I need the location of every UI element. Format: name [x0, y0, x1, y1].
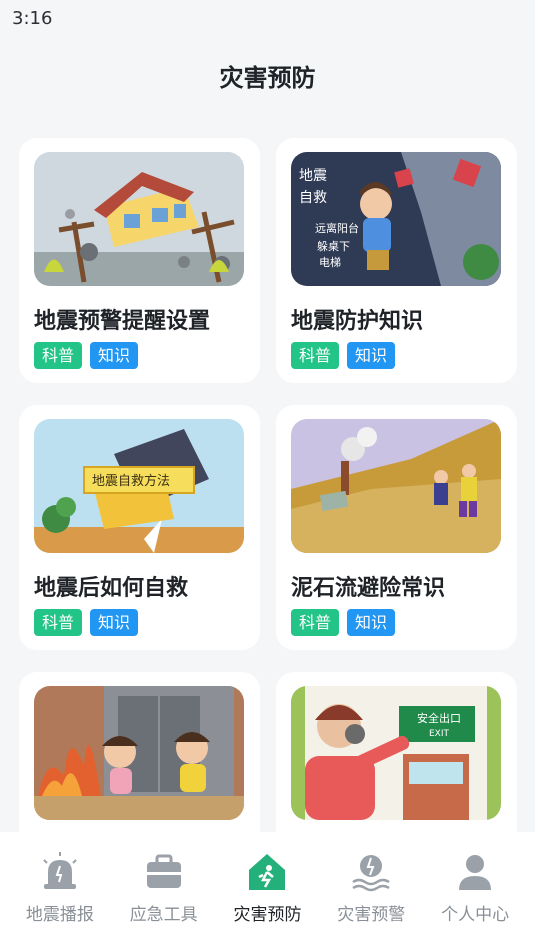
thumb-text-1: 地震: [299, 168, 327, 184]
toolbox-icon: [146, 854, 181, 888]
tag-knowledge: 知识: [347, 342, 396, 369]
alarm-icon: [43, 852, 77, 889]
card-title: 地震防护知识: [291, 309, 424, 334]
exit-sign-text: 安全出口: [417, 711, 461, 725]
tab-earthquake-broadcast[interactable]: 地震播报: [12, 850, 108, 951]
tag-popular-science: 科普: [34, 609, 83, 636]
card-mudslide-safety[interactable]: 泥石流避险常识 科普 知识: [276, 405, 517, 650]
tag-popular-science: 科普: [34, 342, 83, 369]
card-tags: 科普 知识: [291, 609, 396, 636]
tab-disaster-warning[interactable]: 灾害预警: [323, 850, 419, 951]
card-thumbnail: [34, 686, 244, 820]
tab-label: 灾害预警: [337, 905, 406, 925]
card-thumbnail: 安全出口 EXIT: [291, 686, 501, 820]
thumb-text-3: 远离阳台: [315, 221, 359, 235]
card-thumbnail: 地震 自救 远离阳台 躲桌下 电梯: [291, 152, 501, 286]
card-title: 泥石流避险常识: [291, 576, 446, 601]
bottom-tab-bar: 地震播报 应急工具 灾害预防 灾害预警 个人中心: [0, 832, 535, 951]
tab-label: 个人中心: [441, 905, 510, 925]
card-title: 地震预警提醒设置: [34, 309, 211, 334]
status-bar: 3:16: [0, 0, 535, 36]
page-title: 灾害预防: [219, 64, 316, 92]
house-run-icon: [249, 854, 286, 890]
card-tags: 科普 知识: [34, 342, 139, 369]
tag-popular-science: 科普: [291, 342, 340, 369]
card-tags: 科普 知识: [291, 342, 396, 369]
card-post-earthquake-self-rescue[interactable]: 地震自救方法 地震后如何自救 科普 知识: [19, 405, 260, 650]
card-tags: 科普 知识: [34, 609, 139, 636]
tab-emergency-tools[interactable]: 应急工具: [116, 850, 212, 951]
person-icon: [459, 855, 492, 890]
card-earthquake-alert-settings[interactable]: 地震预警提醒设置 科普 知识: [19, 138, 260, 383]
tab-disaster-prevention[interactable]: 灾害预防: [219, 850, 315, 951]
thumb-banner-text: 地震自救方法: [92, 473, 170, 489]
card-thumbnail: [291, 419, 501, 553]
card-thumbnail: 地震自救方法: [34, 419, 244, 553]
warning-wave-icon: [352, 855, 390, 892]
tag-knowledge: 知识: [347, 609, 396, 636]
card-thumbnail: [34, 152, 244, 286]
card-title: 地震后如何自救: [34, 576, 189, 601]
exit-sign-label: EXIT: [429, 729, 450, 739]
thumb-text-4: 躲桌下: [317, 240, 350, 253]
tab-personal-center[interactable]: 个人中心: [427, 850, 523, 951]
card-earthquake-protection[interactable]: 地震 自救 远离阳台 躲桌下 电梯 地震防护知识 科普 知识: [276, 138, 517, 383]
status-time: 3:16: [12, 8, 53, 29]
tab-label: 灾害预防: [233, 905, 302, 925]
tag-knowledge: 知识: [90, 342, 139, 369]
thumb-text-5: 电梯: [319, 256, 341, 269]
tag-popular-science: 科普: [291, 609, 340, 636]
tag-knowledge: 知识: [90, 609, 139, 636]
tab-label: 应急工具: [129, 905, 198, 925]
tab-label: 地震播报: [25, 905, 94, 925]
thumb-text-2: 自救: [299, 190, 327, 206]
